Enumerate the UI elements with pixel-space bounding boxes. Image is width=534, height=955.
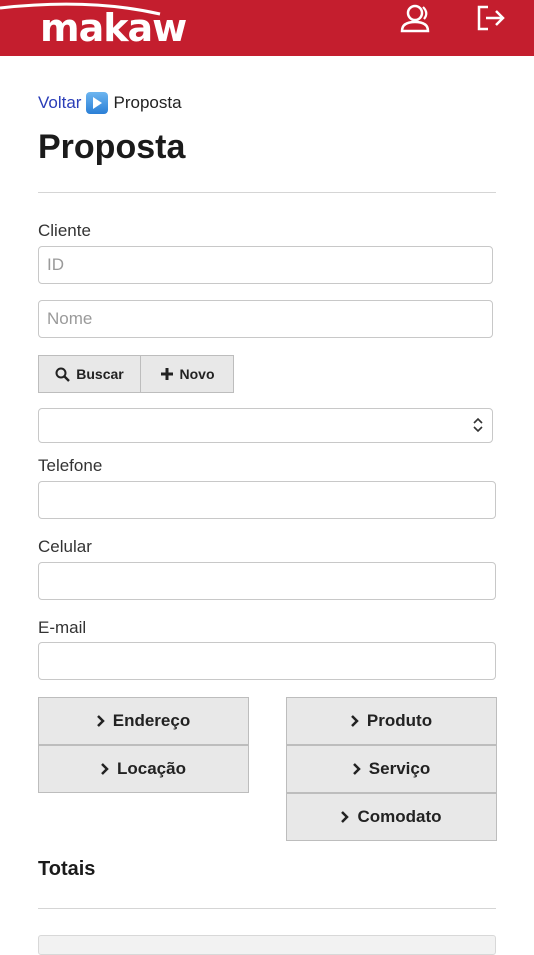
play-icon: [86, 92, 109, 114]
chevron-right-icon: [351, 715, 359, 727]
servico-label: Serviço: [368, 759, 431, 778]
buscar-label: Buscar: [76, 366, 124, 382]
plus-icon: [160, 368, 173, 380]
totals-panel: [38, 935, 496, 955]
chevron-right-icon: [341, 811, 350, 823]
produto-button[interactable]: Produto: [286, 697, 497, 745]
cliente-actions: Buscar Novo: [38, 355, 234, 393]
chevron-right-icon: [101, 763, 109, 775]
user-icon: [400, 4, 430, 33]
cliente-nome-input[interactable]: [38, 300, 493, 338]
breadcrumb: Voltar Proposta: [38, 92, 182, 114]
totals-heading: Totais: [38, 858, 96, 880]
cliente-select[interactable]: [38, 408, 493, 443]
novo-label: Novo: [179, 366, 215, 382]
novo-button[interactable]: Novo: [141, 355, 234, 393]
chevron-updown-icon: [473, 417, 483, 433]
celular-input[interactable]: [38, 562, 496, 600]
back-link[interactable]: Voltar: [38, 93, 81, 113]
logout-icon: [477, 5, 505, 31]
buscar-button[interactable]: Buscar: [38, 355, 141, 393]
divider: [38, 192, 496, 193]
logout-button[interactable]: [470, 0, 510, 36]
servico-button[interactable]: Serviço: [286, 745, 497, 793]
produto-label: Produto: [366, 711, 433, 730]
cliente-id-input[interactable]: [38, 246, 493, 284]
locacao-label: Locação: [117, 759, 186, 778]
page-title: Proposta: [38, 128, 186, 166]
endereco-label: Endereço: [112, 711, 191, 730]
comodato-button[interactable]: Comodato: [286, 793, 497, 841]
email-input[interactable]: [38, 642, 496, 680]
email-label: E-mail: [38, 618, 87, 637]
telefone-label: Telefone: [38, 456, 103, 475]
cliente-label: Cliente: [38, 221, 91, 240]
endereco-button[interactable]: Endereço: [38, 697, 249, 745]
locacao-button[interactable]: Locação: [38, 745, 249, 793]
breadcrumb-current: Proposta: [113, 93, 182, 112]
celular-label: Celular: [38, 537, 92, 556]
comodato-label: Comodato: [357, 807, 442, 826]
chevron-right-icon: [352, 763, 361, 775]
divider: [38, 908, 496, 909]
chevron-right-icon: [96, 715, 105, 727]
search-icon: [55, 367, 71, 382]
user-button[interactable]: [397, 0, 437, 36]
top-bar: makaw: [0, 0, 534, 56]
logo: makaw: [40, 6, 187, 50]
telefone-input[interactable]: [38, 481, 496, 519]
